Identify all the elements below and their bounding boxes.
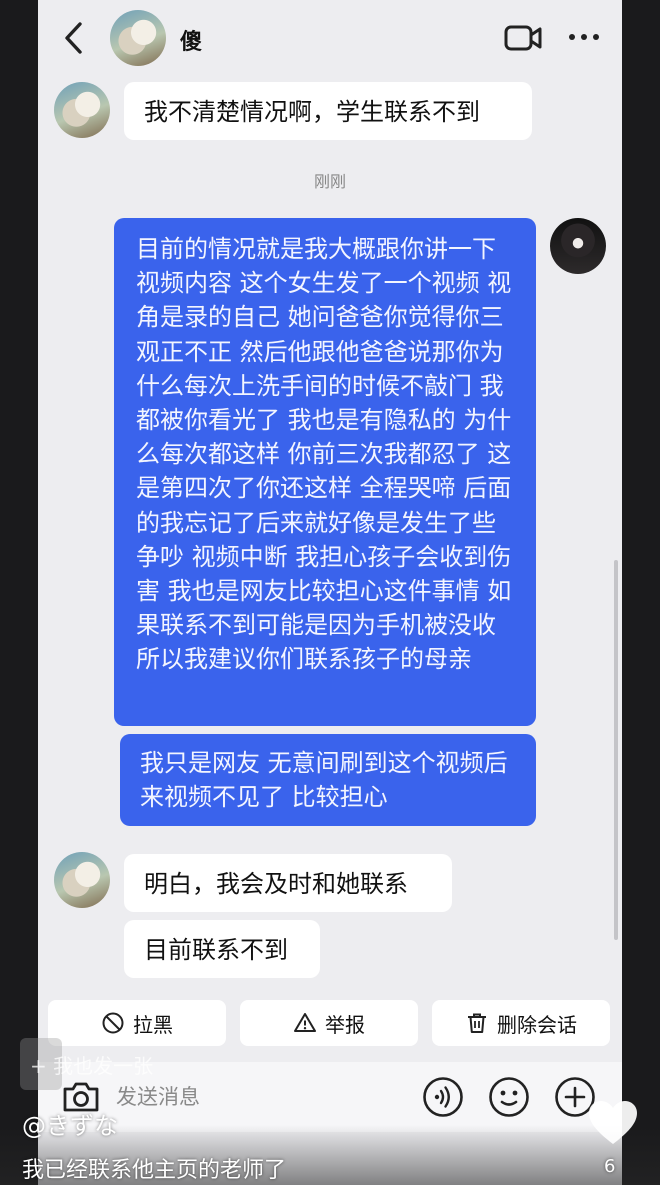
block-button[interactable]: 拉黑 xyxy=(48,1000,226,1046)
my-avatar[interactable] xyxy=(550,218,606,274)
like-button[interactable] xyxy=(586,1098,640,1148)
message-text: 明白，我会及时和她联系 xyxy=(144,870,408,898)
message-text: 目前联系不到 xyxy=(144,936,288,964)
block-icon xyxy=(102,1012,124,1034)
emoji-button[interactable] xyxy=(488,1076,530,1118)
delete-label: 删除会话 xyxy=(497,1012,577,1037)
more-dots-icon xyxy=(569,34,599,40)
contact-name: 傻 xyxy=(180,30,203,55)
contact-avatar[interactable] xyxy=(110,10,166,66)
delete-conversation-button[interactable]: 删除会话 xyxy=(432,1000,610,1046)
message-bubble-received: 目前联系不到 xyxy=(124,920,320,978)
warning-icon xyxy=(294,1013,316,1032)
more-options-button[interactable] xyxy=(566,22,602,52)
message-timestamp: 刚刚 xyxy=(313,172,346,191)
message-bubble-received: 明白，我会及时和她联系 xyxy=(124,854,452,912)
chat-scrollbar[interactable] xyxy=(614,560,618,940)
video-side-bar-left xyxy=(0,0,38,1185)
heart-icon xyxy=(589,1101,637,1144)
share-tag[interactable]: + 我也发一张 xyxy=(30,1050,153,1079)
block-label: 拉黑 xyxy=(133,1012,173,1037)
author-watermark: @きずな xyxy=(22,1112,118,1140)
report-label: 举报 xyxy=(325,1012,365,1037)
back-button[interactable] xyxy=(58,20,88,56)
like-count: 6 xyxy=(604,1156,616,1177)
trash-icon xyxy=(468,1013,486,1033)
message-text: 目前的情况就是我大概跟你讲一下视频内容 这个女生发了一个视频 视角是录的自己 她… xyxy=(136,235,512,674)
report-button[interactable]: 举报 xyxy=(240,1000,418,1046)
emoji-icon xyxy=(489,1077,529,1117)
message-bubble-sent: 目前的情况就是我大概跟你讲一下视频内容 这个女生发了一个视频 视角是录的自己 她… xyxy=(114,218,536,726)
message-text: 我只是网友 无意间刷到这个视频后来视频不见了 比较担心 xyxy=(140,749,508,811)
voice-button[interactable] xyxy=(422,1076,464,1118)
sender-avatar[interactable] xyxy=(54,82,110,138)
message-bubble-sent: 我只是网友 无意间刷到这个视频后来视频不见了 比较担心 xyxy=(120,734,536,826)
message-input[interactable] xyxy=(116,1078,396,1116)
video-caption: 我已经联系他主页的老师了 xyxy=(22,1158,287,1183)
voice-icon xyxy=(423,1077,463,1117)
video-camera-icon xyxy=(504,25,542,51)
sender-avatar[interactable] xyxy=(54,852,110,908)
video-call-button[interactable] xyxy=(504,24,542,52)
video-side-bar-right xyxy=(622,0,660,1185)
message-bubble-received: 我不清楚情况啊，学生联系不到 xyxy=(124,82,532,140)
chat-screen: 傻 我不清楚情况啊，学生联系不到 刚刚 目前的情况就是我大概跟你讲一下视频内容 … xyxy=(38,0,622,1185)
message-text: 我不清楚情况啊，学生联系不到 xyxy=(144,98,480,126)
chat-header: 傻 xyxy=(38,0,622,78)
chevron-left-icon xyxy=(65,22,82,54)
